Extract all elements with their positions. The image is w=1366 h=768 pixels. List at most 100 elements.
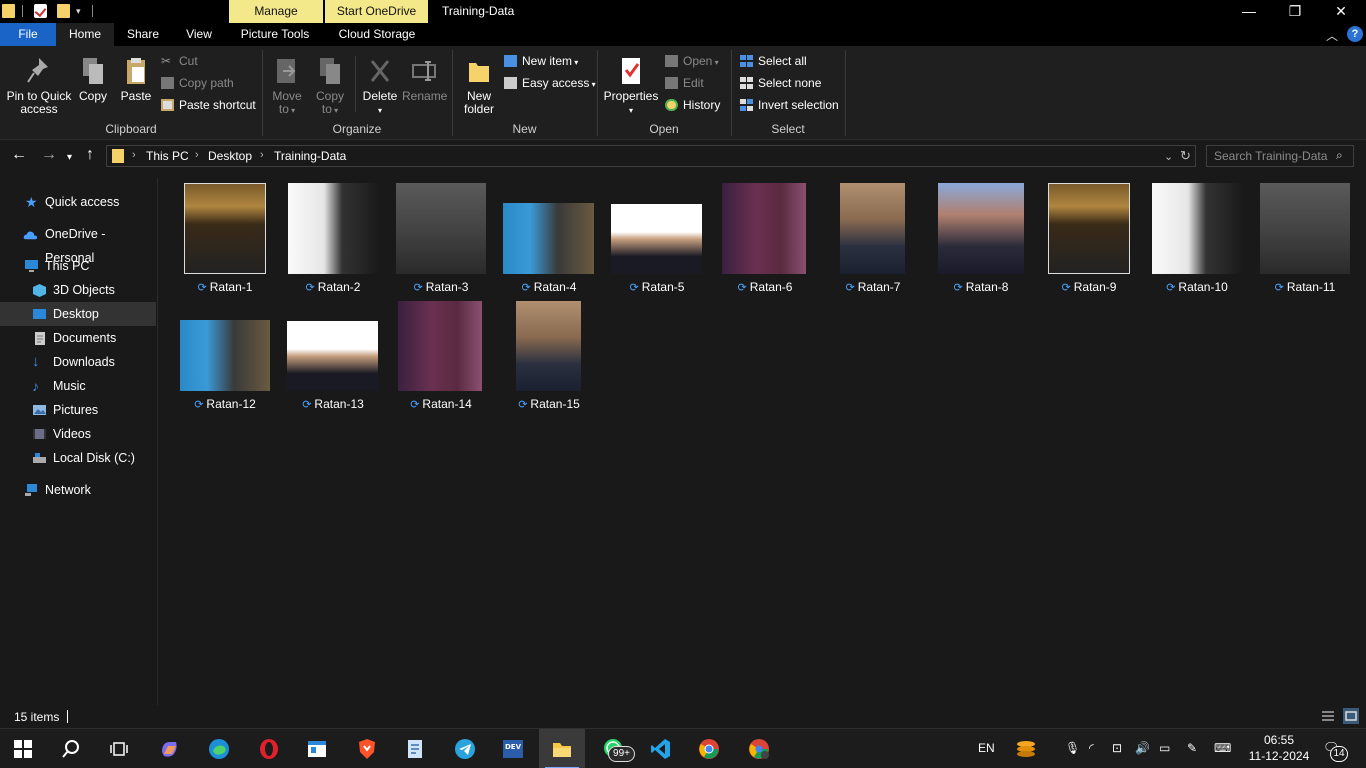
refresh-icon[interactable]: ↻ (1180, 148, 1191, 164)
file-item[interactable]: ⟳ Ratan-6 (711, 180, 819, 294)
nav-item-onedrive[interactable]: OneDrive - Personal (0, 222, 156, 265)
file-item[interactable]: ⟳ Ratan-3 (387, 180, 495, 294)
breadcrumb-separator-icon[interactable]: › (132, 149, 136, 161)
nav-item-network[interactable]: Network (0, 478, 156, 502)
nav-item-desktop[interactable]: Desktop (0, 302, 156, 326)
nav-item-downloads[interactable]: ↓ Downloads (0, 350, 156, 374)
copy-to-button[interactable]: Copy to ▾ (311, 56, 349, 117)
file-item[interactable]: ⟳ Ratan-4 (495, 180, 603, 294)
nav-item-3d-objects[interactable]: 3D Objects (0, 278, 156, 302)
help-icon[interactable]: ? (1347, 26, 1363, 42)
stack-app-tray-icon[interactable] (1015, 738, 1037, 760)
tab-home[interactable]: Home (56, 23, 114, 46)
move-to-button[interactable]: Move to ▾ (268, 56, 306, 117)
tab-share[interactable]: Share (116, 23, 170, 46)
nav-item-this-pc[interactable]: This PC (0, 254, 156, 278)
history-button[interactable]: History (663, 96, 720, 114)
minimize-button[interactable]: — (1226, 0, 1272, 23)
clock[interactable]: 06:55 11-12-2024 (1246, 732, 1312, 764)
breadcrumb-this-pc[interactable]: This PC (146, 149, 189, 163)
address-dropdown-icon[interactable]: ⌄ (1164, 150, 1173, 163)
devhome-button[interactable]: DEV (490, 729, 536, 768)
properties-button[interactable]: Properties ▾ (602, 56, 660, 117)
new-folder-quick-icon[interactable] (57, 4, 70, 18)
start-button[interactable] (0, 729, 46, 768)
copy-path-button[interactable]: Copy path (159, 74, 234, 92)
file-item[interactable]: ⟳ Ratan-14 (387, 297, 495, 411)
pin-to-quick-access-button[interactable]: Pin to Quick access (4, 56, 74, 116)
file-item[interactable]: ⟳ Ratan-13 (279, 297, 387, 411)
file-item[interactable]: ⟳ Ratan-1 (171, 180, 279, 294)
microphone-icon[interactable]: 🎙 (1065, 741, 1080, 755)
search-button[interactable] (48, 729, 94, 768)
copilot-button[interactable] (146, 729, 192, 768)
tab-view[interactable]: View (172, 23, 226, 46)
address-bar[interactable]: › This PC › Desktop › Training-Data ⌄ ↻ (106, 145, 1196, 167)
file-explorer-button[interactable] (539, 729, 585, 768)
collapse-ribbon-icon[interactable]: ︿ (1326, 27, 1338, 44)
rename-button[interactable]: Rename (402, 56, 447, 103)
file-item[interactable]: ⟳ Ratan-11 (1251, 180, 1359, 294)
language-indicator[interactable]: EN (978, 741, 995, 755)
paste-button[interactable]: Paste (118, 56, 154, 103)
select-none-button[interactable]: Select none (738, 74, 821, 92)
chrome-profile-button[interactable] (736, 729, 782, 768)
new-item-button[interactable]: New item ▾ (502, 52, 578, 70)
easy-access-button[interactable]: Easy access ▾ (502, 74, 596, 92)
pen-icon[interactable]: ✎ (1187, 741, 1197, 755)
file-item[interactable]: ⟳ Ratan-8 (927, 180, 1035, 294)
opera-button[interactable] (246, 729, 292, 768)
nav-item-local-disk[interactable]: Local Disk (C:) (0, 446, 156, 470)
nav-item-music[interactable]: ♪ Music (0, 374, 156, 398)
nav-item-pictures[interactable]: Pictures (0, 398, 156, 422)
cut-button[interactable]: ✂ Cut (159, 52, 198, 70)
wifi-icon[interactable]: ◜ (1089, 741, 1094, 755)
nav-item-videos[interactable]: Videos (0, 422, 156, 446)
file-item[interactable]: ⟳ Ratan-9 (1035, 180, 1143, 294)
invert-selection-button[interactable]: Invert selection (738, 96, 839, 114)
close-button[interactable]: ✕ (1318, 0, 1364, 23)
tab-cloud-storage[interactable]: Cloud Storage (326, 23, 428, 46)
properties-quick-icon[interactable] (34, 4, 47, 18)
maximize-button[interactable]: ❐ (1272, 0, 1318, 23)
select-all-button[interactable]: Select all (738, 52, 807, 70)
breadcrumb-training-data[interactable]: Training-Data (274, 149, 346, 163)
manage-context-tab[interactable]: Manage (229, 0, 323, 23)
telegram-button[interactable] (442, 729, 488, 768)
tab-file[interactable]: File (0, 23, 56, 46)
details-view-icon[interactable] (1320, 708, 1336, 724)
file-item[interactable]: ⟳ Ratan-15 (495, 297, 603, 411)
open-button[interactable]: Open ▾ (663, 52, 719, 70)
up-arrow-icon[interactable]: ↑ (86, 146, 94, 164)
volume-icon[interactable]: 🔊 (1135, 741, 1150, 755)
chrome-button[interactable] (686, 729, 732, 768)
breadcrumb-desktop[interactable]: Desktop (208, 149, 252, 163)
search-input[interactable] (1214, 149, 1332, 163)
file-item[interactable]: ⟳ Ratan-7 (819, 180, 927, 294)
task-view-button[interactable] (96, 729, 142, 768)
brave-button[interactable] (344, 729, 390, 768)
start-onedrive-context-tab[interactable]: Start OneDrive (325, 0, 428, 23)
search-icon[interactable]: ⌕ (1336, 148, 1343, 163)
file-item[interactable]: ⟳ Ratan-2 (279, 180, 387, 294)
recent-locations-chevron-icon[interactable]: ▾ (67, 149, 72, 167)
file-item[interactable]: ⟳ Ratan-5 (603, 180, 711, 294)
file-item[interactable]: ⟳ Ratan-10 (1143, 180, 1251, 294)
file-item[interactable]: ⟳ Ratan-12 (171, 297, 279, 411)
notepad-button[interactable] (392, 729, 438, 768)
breadcrumb-separator-icon[interactable]: › (260, 149, 264, 161)
edge-button[interactable] (196, 729, 242, 768)
breadcrumb-separator-icon[interactable]: › (195, 149, 199, 161)
copy-button[interactable]: Copy (76, 56, 110, 103)
paste-shortcut-button[interactable]: Paste shortcut (159, 96, 256, 114)
nav-item-quick-access[interactable]: ★ Quick access (0, 190, 156, 214)
forward-arrow-icon[interactable]: → (41, 146, 57, 164)
large-icons-view-icon[interactable] (1343, 708, 1359, 724)
delete-button[interactable]: Delete ▾ (360, 56, 400, 117)
app-button[interactable] (294, 729, 340, 768)
nav-item-documents[interactable]: Documents (0, 326, 156, 350)
vscode-button[interactable] (638, 729, 684, 768)
keyboard-icon[interactable]: ⌨ (1214, 741, 1231, 755)
battery-icon[interactable]: ▭ (1159, 741, 1170, 755)
edit-button[interactable]: Edit (663, 74, 704, 92)
